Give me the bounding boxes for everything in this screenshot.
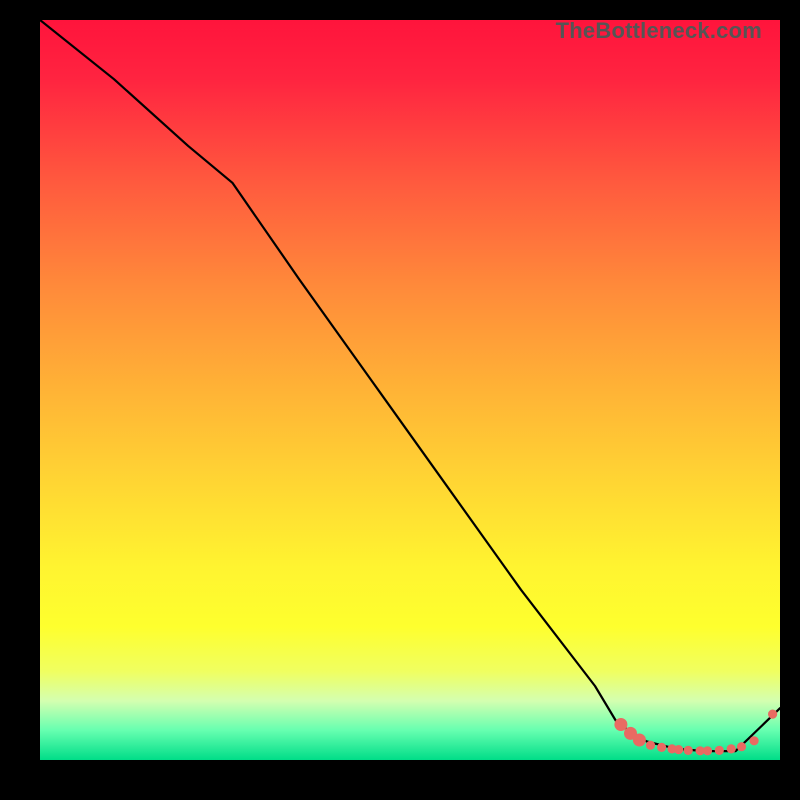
watermark-text: TheBottleneck.com [556,18,762,44]
chart-gradient-background [40,20,780,760]
chart-frame: TheBottleneck.com [40,20,780,760]
